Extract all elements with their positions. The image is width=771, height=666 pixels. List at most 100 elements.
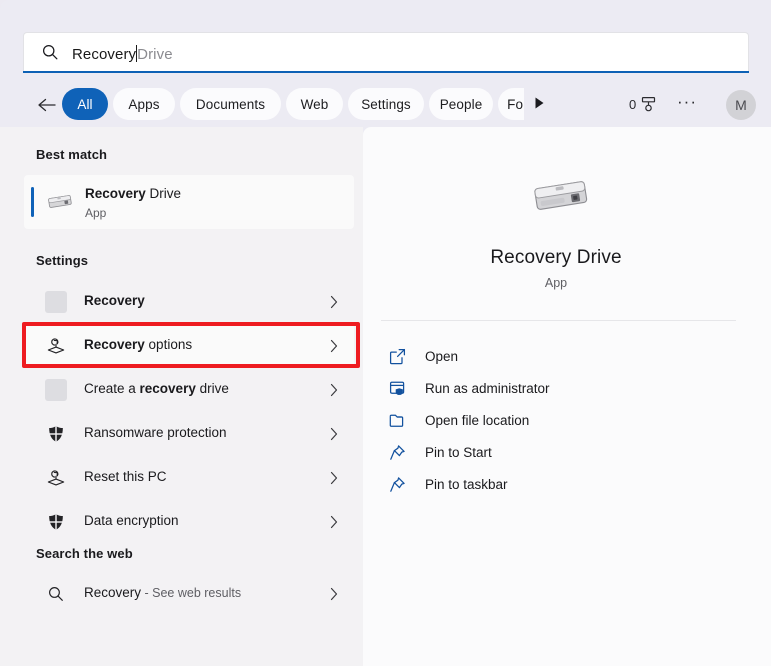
- settings-item-label: Recovery: [84, 293, 145, 308]
- settings-item-create-recovery-drive[interactable]: Create a recovery drive: [24, 368, 354, 412]
- settings-item-label-rest: Ransomware protection: [84, 425, 227, 440]
- more-filters-button[interactable]: [531, 95, 549, 113]
- settings-item-label-bold: recovery: [139, 381, 196, 396]
- search-input[interactable]: Recovery Drive: [23, 32, 749, 71]
- section-header-search-the-web: Search the web: [36, 546, 133, 561]
- run-as-admin-icon: [388, 379, 407, 398]
- preview-divider: [381, 320, 736, 321]
- window-shell: Recovery Drive All Apps Documents Web Se…: [0, 0, 771, 666]
- hard-drive-icon: [530, 172, 592, 222]
- settings-item-label: Recovery options: [84, 337, 192, 352]
- action-label: Run as administrator: [425, 381, 550, 396]
- filter-chip-label: All: [77, 96, 93, 112]
- shield-icon: [46, 424, 66, 444]
- rewards-count: 0: [629, 96, 637, 112]
- action-label: Pin to taskbar: [425, 477, 508, 492]
- chevron-right-icon: [330, 427, 338, 441]
- hard-drive-icon: [46, 191, 74, 213]
- section-header-settings: Settings: [36, 253, 89, 268]
- avatar[interactable]: M: [726, 90, 756, 120]
- filter-chip-apps[interactable]: Apps: [113, 88, 175, 120]
- settings-item-ransomware-protection[interactable]: Ransomware protection: [24, 412, 354, 456]
- avatar-initial: M: [735, 97, 747, 113]
- filter-chip-web[interactable]: Web: [286, 88, 343, 120]
- filter-chip-label: Apps: [128, 96, 160, 112]
- settings-item-label: Create a recovery drive: [84, 381, 229, 396]
- settings-item-label-pre: Create a: [84, 381, 140, 396]
- best-match-item[interactable]: Recovery Drive App: [24, 175, 354, 229]
- filter-chip-folders[interactable]: Folders: [498, 88, 524, 120]
- placeholder-icon: [45, 379, 67, 401]
- filter-chip-documents[interactable]: Documents: [180, 88, 281, 120]
- settings-item-label: Ransomware protection: [84, 425, 227, 440]
- recovery-icon: [46, 468, 66, 488]
- settings-item-label: Reset this PC: [84, 469, 167, 484]
- results-list: Best match Recovery Drive App Settings R…: [0, 127, 363, 666]
- selection-indicator: [31, 187, 34, 217]
- settings-item-reset-this-pc[interactable]: Reset this PC: [24, 456, 354, 500]
- chevron-right-icon: [330, 339, 338, 353]
- back-button[interactable]: [36, 95, 58, 115]
- filter-bar: All Apps Documents Web Settings People F…: [0, 83, 771, 127]
- chevron-right-icon: [330, 515, 338, 529]
- settings-item-label-rest: Data encryption: [84, 513, 179, 528]
- filter-chip-settings[interactable]: Settings: [348, 88, 424, 120]
- chevron-right-icon: [330, 295, 338, 309]
- web-search-label: Recovery - See web results: [84, 585, 241, 600]
- settings-item-label-rest: drive: [195, 381, 229, 396]
- pin-icon: [388, 475, 407, 494]
- settings-item-label-bold: Recovery: [84, 337, 145, 352]
- best-match-title-rest: Drive: [145, 186, 182, 201]
- filter-chip-label: Settings: [361, 96, 411, 112]
- action-label: Open: [425, 349, 459, 364]
- web-search-item[interactable]: Recovery - See web results: [24, 572, 354, 616]
- search-focus-underline: [23, 71, 749, 73]
- settings-item-label-rest: Reset this PC: [84, 469, 167, 484]
- settings-item-recovery[interactable]: Recovery: [24, 280, 354, 324]
- search-text: Recovery Drive: [72, 42, 173, 62]
- search-icon: [46, 584, 66, 604]
- web-search-query: Recovery: [84, 585, 142, 600]
- action-label: Pin to Start: [425, 445, 492, 460]
- settings-item-data-encryption[interactable]: Data encryption: [24, 500, 354, 544]
- filter-chip-label: Folders: [507, 96, 524, 112]
- preview-subtitle: App: [544, 276, 568, 290]
- recovery-icon: [46, 336, 66, 356]
- search-icon: [41, 43, 59, 61]
- preview-title: Recovery Drive: [490, 247, 622, 268]
- best-match-subtitle: App: [85, 206, 107, 220]
- rewards-indicator[interactable]: 0: [629, 95, 657, 113]
- chevron-right-icon: [330, 587, 338, 601]
- best-match-title: Recovery Drive: [85, 186, 181, 201]
- web-search-suffix: - See web results: [141, 586, 242, 600]
- text-caret: [136, 45, 138, 62]
- action-run-as-administrator[interactable]: Run as administrator: [371, 373, 751, 405]
- settings-item-recovery-options[interactable]: Recovery options: [24, 324, 354, 368]
- action-pin-to-taskbar[interactable]: Pin to taskbar: [371, 469, 751, 501]
- filter-chip-label: Web: [300, 96, 329, 112]
- settings-item-label-bold: Recovery: [84, 293, 145, 308]
- search-window: Recovery Drive All Apps Documents Web Se…: [0, 0, 771, 666]
- filter-chip-all[interactable]: All: [62, 88, 108, 120]
- search-suggestion-text: Drive: [137, 46, 173, 63]
- open-external-icon: [388, 347, 407, 366]
- chevron-right-icon: [330, 383, 338, 397]
- filter-chips-clip: All Apps Documents Web Settings People F…: [0, 83, 524, 127]
- action-pin-to-start[interactable]: Pin to Start: [371, 437, 751, 469]
- filter-chip-label: People: [439, 96, 483, 112]
- section-header-best-match: Best match: [36, 147, 108, 162]
- pin-icon: [388, 443, 407, 462]
- action-label: Open file location: [425, 413, 530, 428]
- chevron-right-icon: [330, 471, 338, 485]
- filter-chip-label: Documents: [195, 96, 266, 112]
- overflow-menu-button[interactable]: ···: [677, 93, 697, 113]
- placeholder-icon: [45, 291, 67, 313]
- search-typed-text: Recovery: [72, 46, 137, 63]
- shield-icon: [46, 512, 66, 532]
- folder-icon: [388, 411, 407, 430]
- action-open[interactable]: Open: [371, 341, 751, 373]
- filter-chip-people[interactable]: People: [429, 88, 493, 120]
- action-open-file-location[interactable]: Open file location: [371, 405, 751, 437]
- preview-panel: Recovery Drive App Open Run as administr…: [363, 127, 771, 666]
- settings-item-label: Data encryption: [84, 513, 179, 528]
